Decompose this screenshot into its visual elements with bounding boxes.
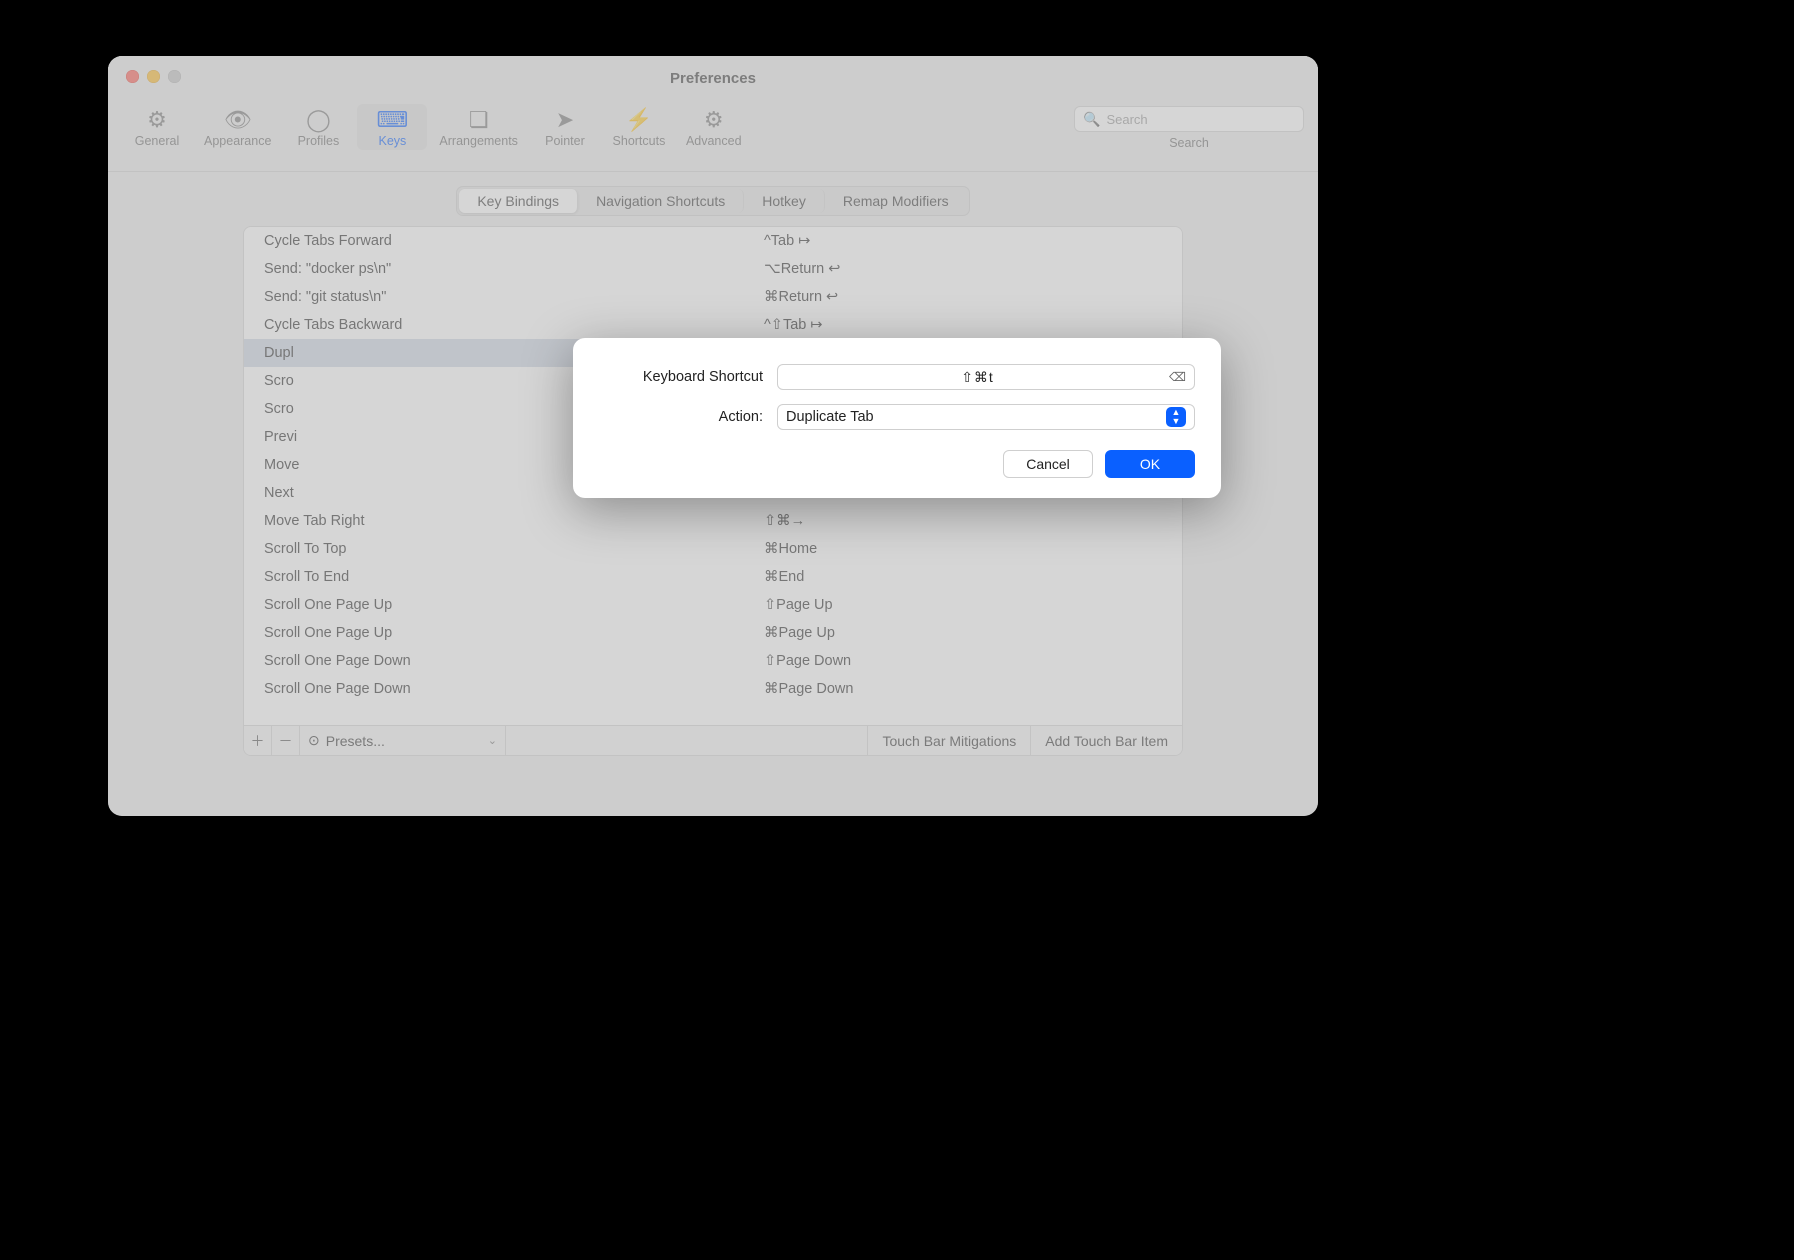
binding-shortcut: ⇧Page Down [764,653,1162,669]
tab-remap-modifiers[interactable]: Remap Modifiers [825,189,967,213]
person-icon: ◯ [306,108,331,132]
toolbar-profiles[interactable]: ◯ Profiles [283,104,353,150]
binding-action: Scroll To End [264,569,764,585]
table-row[interactable]: Scroll One Page Up⌘Page Up [244,619,1182,647]
binding-action: Move Tab Right [264,513,764,529]
toolbar-keys[interactable]: ⌨ Keys [357,104,427,150]
touch-bar-mitigations-button[interactable]: Touch Bar Mitigations [867,726,1030,755]
binding-action: Scroll One Page Down [264,653,764,669]
binding-shortcut: ⌘Page Down [764,681,1162,697]
binding-shortcut: ⌥Return ↩ [764,261,1162,277]
toolbar-pointer[interactable]: ➤ Pointer [530,104,600,150]
tab-hotkey[interactable]: Hotkey [744,189,825,213]
search-icon: 🔍 [1083,111,1100,128]
binding-action: Scroll One Page Up [264,597,764,613]
edit-binding-dialog: Keyboard Shortcut ⇧⌘t ⌫ Action: Duplicat… [573,338,1221,498]
shortcut-input[interactable]: ⇧⌘t ⌫ [777,364,1195,390]
titlebar: Preferences [108,56,1318,100]
binding-shortcut: ⌘End [764,569,1162,585]
binding-shortcut: ⇧⌘→ [764,513,1162,529]
table-row[interactable]: Cycle Tabs Backward^⇧Tab ↦ [244,311,1182,339]
binding-shortcut: ^Tab ↦ [764,233,1162,249]
binding-shortcut: ^⇧Tab ↦ [764,317,1162,333]
ellipsis-icon: ⊙ [308,732,320,749]
cancel-button[interactable]: Cancel [1003,450,1093,478]
binding-action: Scroll One Page Up [264,625,764,641]
close-window-button[interactable] [126,70,139,83]
binding-action: Send: "git status\n" [264,289,764,305]
pointer-icon: ➤ [556,108,574,132]
tab-navigation-shortcuts[interactable]: Navigation Shortcuts [578,189,744,213]
table-row[interactable]: Scroll One Page Up⇧Page Up [244,591,1182,619]
toolbar-appearance[interactable]: 👁 Appearance [196,104,279,150]
add-touch-bar-item-button[interactable]: Add Touch Bar Item [1030,726,1182,755]
table-row[interactable]: Scroll One Page Down⌘Page Down [244,675,1182,703]
eye-icon: 👁 [224,108,252,132]
table-row[interactable]: Move Tab Right⇧⌘→ [244,507,1182,535]
select-arrows-icon: ▲▼ [1166,407,1186,427]
binding-shortcut: ⌘Page Up [764,625,1162,641]
binding-action: Scroll To Top [264,541,764,557]
minimize-window-button[interactable] [147,70,160,83]
table-footer: ＋ － ⊙ Presets... ⌄ Touch Bar Mitigations… [244,725,1182,755]
search-label: Search [1169,136,1209,150]
keyboard-icon: ⌨ [377,108,409,132]
toolbar-arrangements[interactable]: ❏ Arrangements [431,104,526,150]
gear-icon: ⚙ [147,108,167,132]
binding-shortcut: ⌘Home [764,541,1162,557]
remove-binding-button[interactable]: － [272,726,300,755]
search-input[interactable]: 🔍 Search [1074,106,1304,132]
table-row[interactable]: Send: "docker ps\n"⌥Return ↩ [244,255,1182,283]
table-row[interactable]: Send: "git status\n"⌘Return ↩ [244,283,1182,311]
table-row[interactable]: Cycle Tabs Forward^Tab ↦ [244,227,1182,255]
zoom-window-button[interactable] [168,70,181,83]
binding-action: Cycle Tabs Forward [264,233,764,249]
action-select[interactable]: Duplicate Tab ▲▼ [777,404,1195,430]
toolbar-advanced[interactable]: ⚙ Advanced [678,104,750,150]
add-binding-button[interactable]: ＋ [244,726,272,755]
windows-icon: ❏ [469,108,489,132]
binding-action: Cycle Tabs Backward [264,317,764,333]
window-controls [126,70,181,83]
gears-icon: ⚙ [704,108,724,132]
ok-button[interactable]: OK [1105,450,1195,478]
toolbar-general[interactable]: ⚙ General [122,104,192,150]
window-title: Preferences [670,70,756,87]
tab-key-bindings[interactable]: Key Bindings [459,189,578,213]
preferences-toolbar: ⚙ General 👁 Appearance ◯ Profiles ⌨ Keys… [108,100,1318,172]
shortcut-label: Keyboard Shortcut [599,369,777,385]
bolt-icon: ⚡ [625,108,652,132]
presets-dropdown[interactable]: ⊙ Presets... ⌄ [300,726,506,755]
action-label: Action: [599,409,777,425]
toolbar-shortcuts[interactable]: ⚡ Shortcuts [604,104,674,150]
binding-action: Send: "docker ps\n" [264,261,764,277]
table-row[interactable]: Scroll To Top⌘Home [244,535,1182,563]
binding-shortcut: ⌘Return ↩ [764,289,1162,305]
binding-action: Scroll One Page Down [264,681,764,697]
chevron-down-icon: ⌄ [488,734,497,747]
clear-shortcut-icon[interactable]: ⌫ [1169,370,1186,384]
keys-subtabs: Key Bindings Navigation Shortcuts Hotkey… [456,186,969,216]
binding-shortcut: ⇧Page Up [764,597,1162,613]
table-row[interactable]: Scroll To End⌘End [244,563,1182,591]
table-row[interactable]: Scroll One Page Down⇧Page Down [244,647,1182,675]
